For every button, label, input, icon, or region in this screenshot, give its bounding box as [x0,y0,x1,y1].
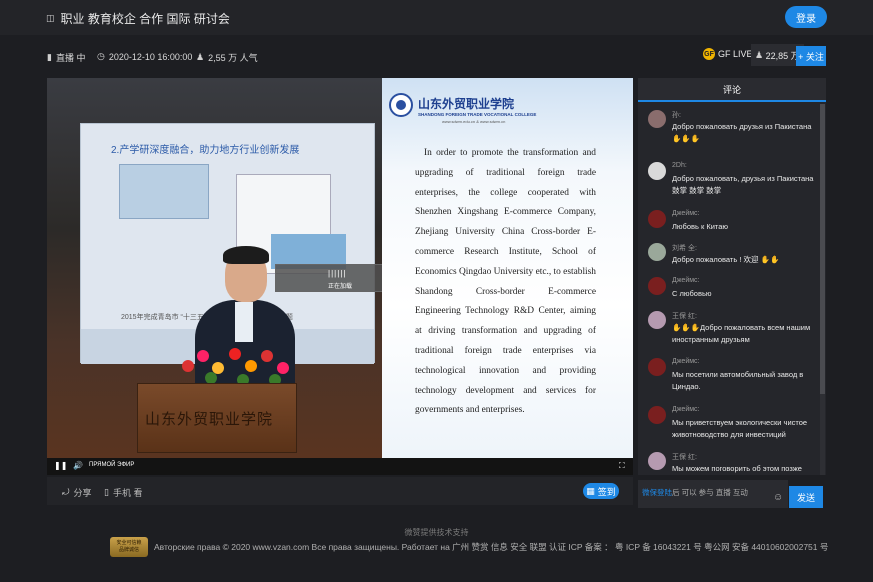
trust-badge-icon: 安全可信赖 品牌诚信 [110,537,148,557]
send-button[interactable]: 发送 [789,486,823,508]
login-button[interactable]: 登录 [785,6,827,28]
college-logo-icon [389,93,413,117]
pause-icon[interactable]: ❚❚ [54,461,67,470]
comment-author: Джеймс: [672,358,700,365]
emoji-icon[interactable]: ☺ [773,492,783,503]
comment-author: Джеймс: [672,277,700,284]
avatar [648,243,666,261]
comment-author: 2Dh: [672,162,687,169]
hall-slide-title: 2.产学研深度融合，助力地方行业创新发展 [111,145,300,156]
phone-icon: ▯ [104,487,109,497]
comment-author: 王保 红: [672,454,697,461]
comment-text: Мы приветствуем экологически чистое живо… [672,418,808,439]
clap-emoji-icon: ✋✋✋ [672,323,701,332]
comment-text: Мы можем поговорить об этом позже [672,464,802,473]
comment-input[interactable]: 微保登陆后 可以 参与 直播 互动 ☺ [638,480,788,508]
signal-bars-icon: ▮ [47,52,52,62]
popularity-text: 2,55 万 人气 [208,53,258,63]
followers-count-text: 22,85 万 [765,50,800,61]
comment-author: 孙: [672,112,681,119]
signin-label: 签到 [597,486,616,497]
people-icon: ♟ [196,52,205,62]
top-bar: ◫ 职业 教育校企 合作 国际 研讨会 登录 [0,0,873,35]
share-button[interactable]: ⤾ 分享 [62,486,92,499]
page-title: ◫ 职业 教育校企 合作 国际 研讨会 [46,10,230,27]
channel-info[interactable]: GF GF LIVE [703,48,753,60]
video-actions-bar: ⤾ 分享 ▯ 手机 看 [47,477,633,505]
user-icon: ♟ [755,49,764,60]
comment-text: Добро пожаловать ! 欢迎 ✋✋ [672,255,780,264]
live-status: ▮ 直播 中 [47,51,85,64]
comment-author: 王保 红: [672,313,697,320]
comment-text: С любовью [672,289,712,298]
speaker-hair [223,246,269,264]
slide-college-name-en: SHANDONG FOREIGN TRADE VOCATIONAL COLLEG… [418,112,537,117]
video-player[interactable]: 2.产学研深度融合，助力地方行业创新发展 2015年完成青岛市 “十三五” ..… [47,78,633,475]
comment-text: ✋✋✋Добро пожаловать всем нашим иностранн… [672,323,811,344]
clap-emoji-icon: ✋✋✋ [672,134,701,143]
fullscreen-icon[interactable]: ⛶ [619,461,625,471]
avatar [648,277,666,295]
comment-input-placeholder: 微保登陆后 可以 参与 直播 互动 [642,487,748,498]
live-label: ПРЯМОЙ ЭФИР [89,462,135,468]
mobile-watch-label: 手机 看 [112,488,143,498]
avatar [648,162,666,180]
avatar [648,406,666,424]
comment-text: Любовь к Китаю [672,222,729,231]
tv-icon: ◫ [46,13,55,23]
start-time: ◷ 2020-12-10 16:00:00 [97,51,192,62]
comments-panel: 评论 孙: Добро пожаловать друзья из Пакиста… [638,78,826,475]
hall-slide-image [119,164,209,219]
slide-college-name: 山东外贸职业学院 [418,97,515,111]
badge-line-1: 安全可信赖 [116,540,142,546]
presentation-slide: 山东外贸职业学院 SHANDONG FOREIGN TRADE VOCATION… [382,78,633,458]
slide-college-url: www.sdwm.edu.cn & www.sdwm.cn [442,119,506,124]
avatar [648,358,666,376]
loading-label: 正在加载 [328,284,353,290]
live-status-text: 直播 中 [55,53,86,63]
channel-logo-icon: GF [703,48,715,60]
slide-body-text: In order to promote the transformation a… [415,148,596,416]
comment-text: Мы посетили автомобильный завод в Циндао… [672,370,804,391]
avatar [648,452,666,470]
copyright-text: Авторские права © 2020 www.vzan.com Все … [154,542,829,552]
comment-text: Добро пожаловать друзья из Пакистана ✋✋✋ [672,122,812,143]
page-title-text: 职业 教育校企 合作 国际 研讨会 [60,12,230,26]
comment-text: Добро пожаловать, друзья из Пакистана 鼓掌… [672,174,814,195]
clock-icon: ◷ [97,51,105,61]
comments-scrollbar-thumb[interactable] [820,104,825,394]
mobile-watch-button[interactable]: ▯ 手机 看 [104,486,142,499]
start-time-text: 2020-12-10 16:00:00 [108,51,193,62]
comment-author: Джеймс: [672,406,700,413]
login-link[interactable]: 微保登陆 [642,488,672,497]
comment-author: Джеймс: [672,210,700,217]
video-controls: ❚❚ 🔊 ПРЯМОЙ ЭФИР ⛶ [47,458,633,475]
footer-copyright-line: 安全可信赖 品牌诚信 Авторские права © 2020 www.vz… [110,537,828,557]
avatar [648,110,666,128]
comments-scrollbar[interactable] [820,104,825,475]
avatar [648,210,666,228]
volume-icon[interactable]: 🔊 [73,461,83,470]
share-icon: ⤾ [62,487,70,497]
popularity: ♟ 2,55 万 人气 [196,51,258,64]
follow-button[interactable]: + 关注 [796,46,826,66]
loading-bars-icon: |||||| [328,269,347,278]
podium-text: 山东外贸职业学院 [145,410,274,428]
info-bar: ▮ 直播 中 ◷ 2020-12-10 16:00:00 ♟ 2,55 万 人气… [0,44,873,70]
calendar-icon: ▦ [586,485,595,496]
channel-name: GF LIVE [718,49,753,59]
speaker-shirt [235,302,253,342]
signin-button[interactable]: ▦ 签到 [583,483,619,499]
avatar [648,311,666,329]
clap-emoji-icon: ✋✋ [760,255,780,264]
comment-author: 刘希 全: [672,245,697,252]
share-label: 分享 [73,488,92,498]
badge-line-2: 品牌诚信 [118,547,139,553]
comment-input-hint: 后 可以 参与 直播 互动 [672,488,748,497]
tab-comments[interactable]: 评论 [638,78,826,102]
